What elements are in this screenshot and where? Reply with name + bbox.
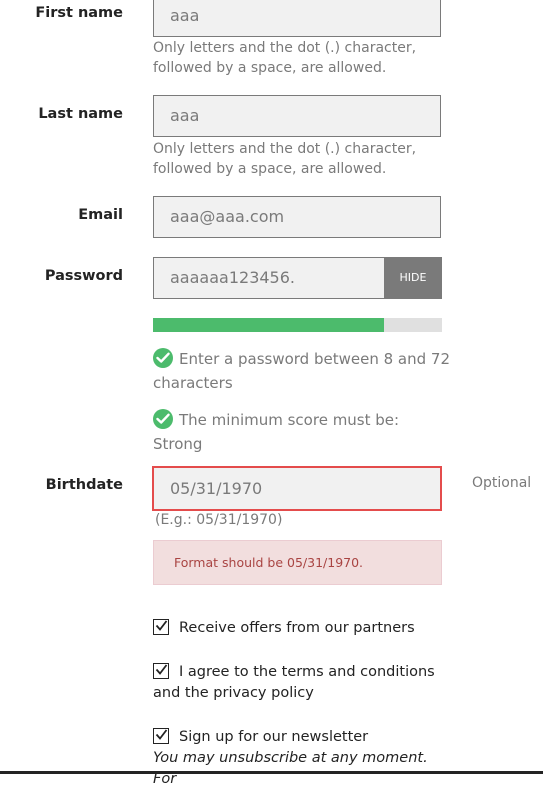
newsletter-checkbox-row: Sign up for our newsletter You may unsub… (153, 727, 453, 790)
last-name-input[interactable]: aaa (153, 95, 441, 137)
first-name-help: Only letters and the dot (.) character, … (153, 38, 453, 78)
password-input[interactable]: aaaaaa123456. (153, 257, 385, 299)
password-rule-length-line1: Enter a password between 8 and 72 (179, 350, 450, 368)
first-name-input[interactable]: aaa (153, 0, 441, 37)
last-name-help-line2: followed by a space, are allowed. (153, 161, 387, 177)
newsletter-checkbox[interactable] (153, 728, 169, 744)
email-label: Email (78, 207, 123, 223)
newsletter-note: You may unsubscribe at any moment. For (153, 750, 428, 787)
password-rule-length-line2: characters (153, 374, 233, 392)
terms-checkbox-row: I agree to the terms and conditions and … (153, 662, 453, 704)
first-name-label: First name (35, 5, 123, 21)
first-name-help-line2: followed by a space, are allowed. (153, 60, 387, 76)
password-strength-track (153, 318, 442, 332)
birthdate-label: Birthdate (45, 477, 123, 493)
check-circle-icon (153, 348, 173, 368)
birthdate-example: (E.g.: 05/31/1970) (155, 512, 283, 528)
password-rule-score-text: The minimum score must be: Strong (153, 411, 400, 453)
password-rule-score: The minimum score must be: Strong (153, 408, 453, 456)
check-circle-icon (153, 409, 173, 429)
first-name-help-line1: Only letters and the dot (.) character, (153, 40, 417, 56)
password-rule-length: Enter a password between 8 and 72 charac… (153, 347, 453, 395)
newsletter-checkbox-label: Sign up for our newsletter (179, 729, 369, 745)
terms-checkbox[interactable] (153, 663, 169, 679)
partners-checkbox[interactable] (153, 619, 169, 635)
birthdate-error-alert: Format should be 05/31/1970. (153, 540, 442, 585)
terms-checkbox-label-line2: and the privacy policy (153, 685, 314, 701)
birthdate-optional-label: Optional (472, 475, 532, 491)
password-label: Password (44, 268, 123, 284)
last-name-help-line1: Only letters and the dot (.) character, (153, 141, 417, 157)
password-strength-fill (153, 318, 385, 332)
hide-password-button[interactable]: HIDE (384, 257, 442, 299)
last-name-label: Last name (38, 106, 123, 122)
terms-checkbox-label-line1: I agree to the terms and conditions (179, 664, 435, 680)
last-name-help: Only letters and the dot (.) character, … (153, 139, 453, 179)
partners-checkbox-row: Receive offers from our partners (153, 618, 453, 639)
email-input[interactable]: aaa@aaa.com (153, 196, 441, 238)
birthdate-input[interactable]: 05/31/1970 (152, 466, 442, 511)
partners-checkbox-label: Receive offers from our partners (179, 620, 415, 636)
